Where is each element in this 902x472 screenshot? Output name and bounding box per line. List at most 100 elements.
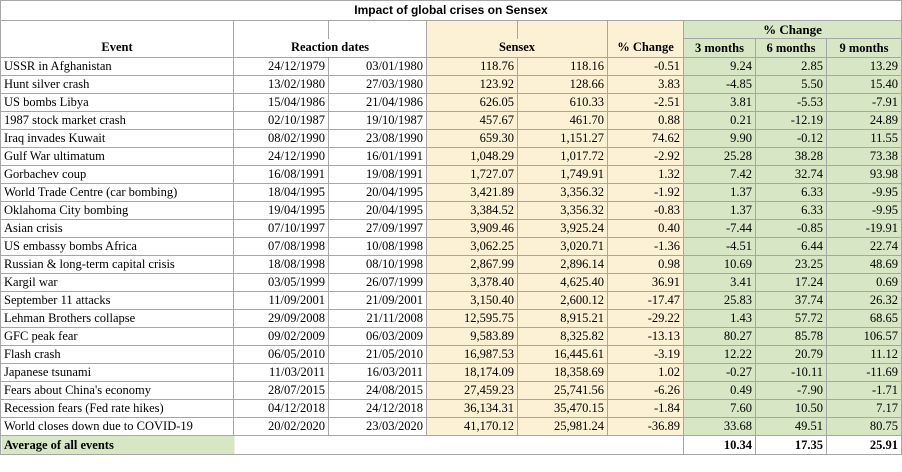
table-row: Oklahoma City bombing 19/04/1995 20/04/199… [0, 201, 902, 220]
cell-pct-change: 1.32 [607, 165, 684, 184]
cell-9-months: 7.17 [825, 399, 902, 418]
header-sensex: Sensex [426, 38, 608, 58]
header-row-1: % Change [0, 20, 902, 39]
header-reaction-dates: Reaction dates [233, 38, 427, 58]
table-row: Flash crash 06/05/2010 21/05/2010 16,987.53… [0, 345, 902, 364]
cell-sensex-start: 118.76 [426, 57, 518, 76]
title-row: Impact of global crises on Sensex [0, 0, 902, 21]
cell-event: US bombs Libya [0, 93, 234, 112]
cell-start-date: 29/09/2008 [233, 309, 329, 328]
cell-sensex-end: 610.33 [517, 93, 608, 112]
cell-3-months: 1.37 [683, 183, 756, 202]
cell-event: USSR in Afghanistan [0, 57, 234, 76]
header-9-months: 9 months [825, 38, 902, 58]
cell-end-date: 20/04/1995 [328, 201, 427, 220]
cell-sensex-end: 118.16 [517, 57, 608, 76]
cell-pct-change: -13.13 [607, 327, 684, 346]
cell-pct-change: -0.51 [607, 57, 684, 76]
average-m9: 25.91 [825, 435, 902, 455]
cell-event: Gorbachev coup [0, 165, 234, 184]
header-spacer [426, 20, 518, 39]
cell-3-months: 0.49 [683, 381, 756, 400]
cell-6-months: 6.44 [755, 237, 827, 256]
cell-sensex-start: 3,150.40 [426, 291, 518, 310]
cell-pct-change: 1.02 [607, 363, 684, 382]
cell-9-months: -9.95 [825, 183, 902, 202]
cell-event: Lehman Brothers collapse [0, 309, 234, 328]
average-m3: 10.34 [683, 435, 756, 455]
cell-6-months: 6.33 [755, 183, 827, 202]
cell-6-months: -7.90 [755, 381, 827, 400]
table-row: September 11 attacks 11/09/2001 21/09/2001… [0, 291, 902, 310]
table-row: GFC peak fear 09/02/2009 06/03/2009 9,583.8… [0, 327, 902, 346]
cell-pct-change: -17.47 [607, 291, 684, 310]
cell-event: Hunt silver crash [0, 75, 234, 94]
cell-9-months: 0.69 [825, 273, 902, 292]
cell-3-months: -0.27 [683, 363, 756, 382]
cell-3-months: 0.21 [683, 111, 756, 130]
header-pct-change-group: % Change [682, 20, 902, 39]
cell-6-months: -10.11 [755, 363, 827, 382]
cell-6-months: 38.28 [755, 147, 827, 166]
cell-3-months: 12.22 [683, 345, 756, 364]
table-row: Russian & long-term capital crisis 18/08/… [0, 255, 902, 274]
cell-3-months: -7.44 [683, 219, 756, 238]
cell-start-date: 11/03/2011 [233, 363, 329, 382]
cell-event: Asian crisis [0, 219, 234, 238]
cell-9-months: 11.55 [825, 129, 902, 148]
cell-event: Russian & long-term capital crisis [0, 255, 234, 274]
cell-pct-change: 0.98 [607, 255, 684, 274]
cell-6-months: 32.74 [755, 165, 827, 184]
table-row: 1987 stock market crash 02/10/1987 19/10/1… [0, 111, 902, 130]
cell-3-months: -4.85 [683, 75, 756, 94]
header-spacer [607, 20, 684, 39]
cell-9-months: 15.40 [825, 75, 902, 94]
header-event: Event [0, 38, 234, 58]
cell-9-months: 22.74 [825, 237, 902, 256]
cell-sensex-start: 1,048.29 [426, 147, 518, 166]
cell-sensex-end: 25,741.56 [517, 381, 608, 400]
cell-3-months: 3.41 [683, 273, 756, 292]
cell-pct-change: -6.26 [607, 381, 684, 400]
cell-sensex-end: 4,625.40 [517, 273, 608, 292]
cell-pct-change: -0.83 [607, 201, 684, 220]
cell-event: Iraq invades Kuwait [0, 129, 234, 148]
cell-6-months: -0.85 [755, 219, 827, 238]
cell-9-months: 80.75 [825, 417, 902, 436]
cell-9-months: 73.38 [825, 147, 902, 166]
cell-end-date: 16/01/1991 [328, 147, 427, 166]
cell-end-date: 10/08/1998 [328, 237, 427, 256]
cell-sensex-start: 123.92 [426, 75, 518, 94]
cell-sensex-end: 3,356.32 [517, 201, 608, 220]
cell-9-months: 24.89 [825, 111, 902, 130]
cell-3-months: 7.42 [683, 165, 756, 184]
cell-9-months: -7.91 [825, 93, 902, 112]
cell-sensex-start: 12,595.75 [426, 309, 518, 328]
cell-9-months: 48.69 [825, 255, 902, 274]
cell-event: World Trade Centre (car bombing) [0, 183, 234, 202]
cell-pct-change: -1.92 [607, 183, 684, 202]
cell-pct-change: 36.91 [607, 273, 684, 292]
header-spacer [517, 20, 608, 39]
cell-start-date: 20/02/2020 [233, 417, 329, 436]
cell-sensex-end: 18,358.69 [517, 363, 608, 382]
cell-start-date: 11/09/2001 [233, 291, 329, 310]
cell-9-months: 68.65 [825, 309, 902, 328]
cell-start-date: 24/12/1990 [233, 147, 329, 166]
cell-6-months: 20.79 [755, 345, 827, 364]
cell-sensex-end: 2,896.14 [517, 255, 608, 274]
cell-sensex-start: 626.05 [426, 93, 518, 112]
table-row: Gorbachev coup 16/08/1991 19/08/1991 1,727.… [0, 165, 902, 184]
cell-pct-change: -29.22 [607, 309, 684, 328]
cell-event: 1987 stock market crash [0, 111, 234, 130]
cell-3-months: 9.90 [683, 129, 756, 148]
cell-3-months: 33.68 [683, 417, 756, 436]
cell-sensex-start: 2,867.99 [426, 255, 518, 274]
cell-sensex-start: 3,909.46 [426, 219, 518, 238]
cell-sensex-end: 461.70 [517, 111, 608, 130]
table-row: Kargil war 03/05/1999 26/07/1999 3,378.40 4,… [0, 273, 902, 292]
cell-3-months: 10.69 [683, 255, 756, 274]
cell-event: Kargil war [0, 273, 234, 292]
cell-end-date: 21/11/2008 [328, 309, 427, 328]
cell-start-date: 24/12/1979 [233, 57, 329, 76]
